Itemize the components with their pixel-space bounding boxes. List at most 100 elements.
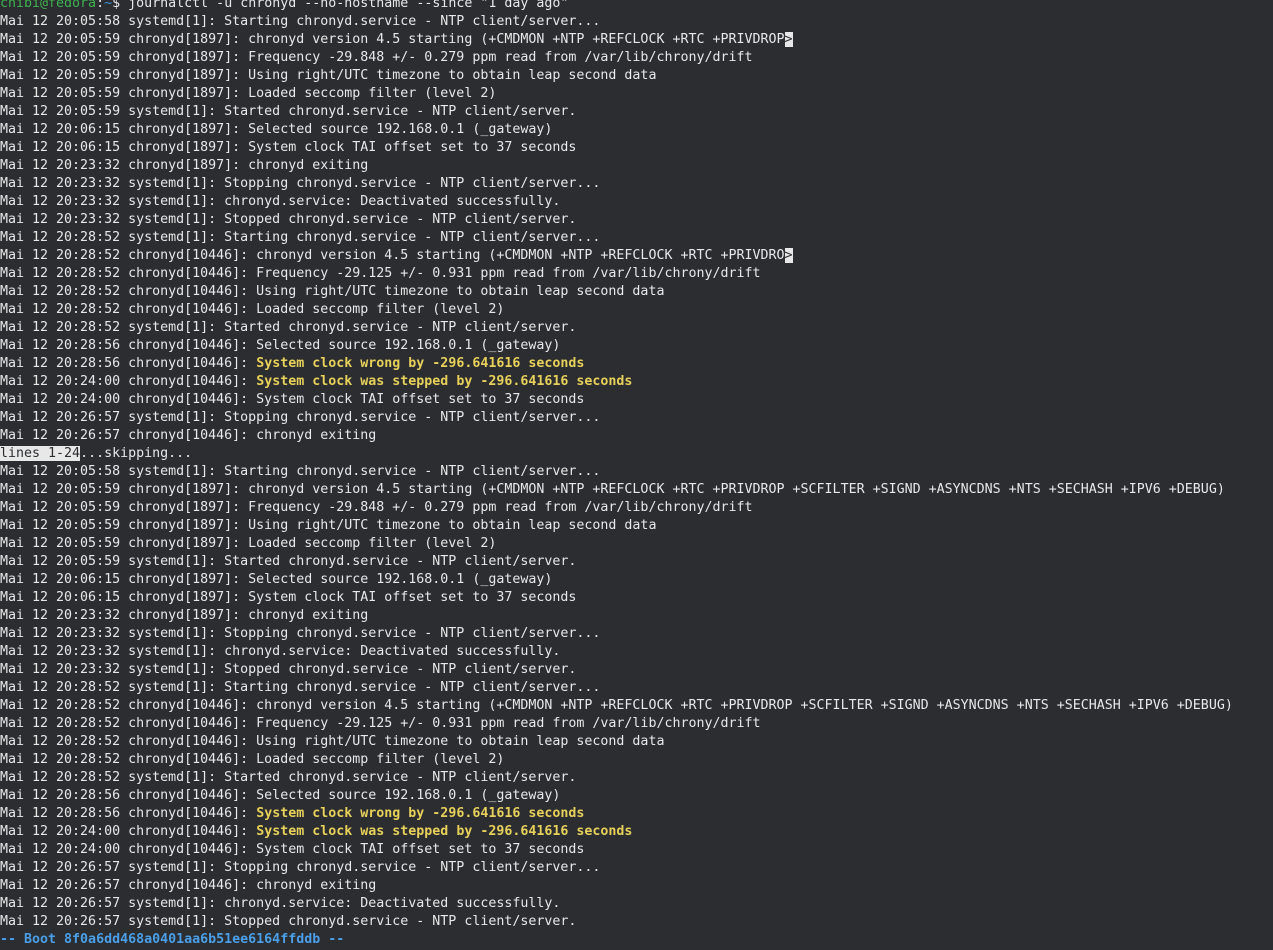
log-line: Mai 12 20:28:56 chronyd[10446]: System c… <box>0 805 1273 823</box>
log-line: Mai 12 20:05:58 systemd[1]: Starting chr… <box>0 463 1273 481</box>
log-line: Mai 12 20:05:59 chronyd[1897]: Loaded se… <box>0 85 1273 103</box>
log-line: Mai 12 20:28:52 chronyd[10446]: Frequenc… <box>0 265 1273 283</box>
log-line-text: Mai 12 20:28:56 chronyd[10446]: Selected… <box>0 788 561 803</box>
log-line-text: Mai 12 20:28:56 chronyd[10446]: Selected… <box>0 338 561 353</box>
log-line-text: Mai 12 20:05:59 chronyd[1897]: Frequency… <box>0 50 753 65</box>
log-line: Mai 12 20:24:00 chronyd[10446]: System c… <box>0 373 1273 391</box>
log-line-text: Mai 12 20:23:32 chronyd[1897]: chronyd e… <box>0 608 369 623</box>
log-line-text: Mai 12 20:23:32 systemd[1]: Stopping chr… <box>0 176 601 191</box>
log-line-text: Mai 12 20:05:59 systemd[1]: Started chro… <box>0 104 577 119</box>
log-line-text: Mai 12 20:26:57 systemd[1]: chronyd.serv… <box>0 896 561 911</box>
log-line: Mai 12 20:05:59 chronyd[1897]: Frequency… <box>0 49 1273 67</box>
log-line-text: Mai 12 20:23:32 systemd[1]: Stopped chro… <box>0 212 577 227</box>
log-line: Mai 12 20:26:57 systemd[1]: Stopping chr… <box>0 409 1273 427</box>
log-line: Mai 12 20:26:57 systemd[1]: Stopped chro… <box>0 913 1273 931</box>
log-line: Mai 12 20:23:32 systemd[1]: chronyd.serv… <box>0 193 1273 211</box>
log-line: Mai 12 20:23:32 systemd[1]: Stopping chr… <box>0 625 1273 643</box>
pager-view: Mai 12 20:05:58 systemd[1]: Starting chr… <box>0 13 1273 445</box>
log-line-text: Mai 12 20:26:57 chronyd[10446]: chronyd … <box>0 878 377 893</box>
log-line-text: Mai 12 20:05:59 chronyd[1897]: Loaded se… <box>0 536 497 551</box>
log-line-text: Mai 12 20:28:52 systemd[1]: Starting chr… <box>0 230 601 245</box>
log-line-text: Mai 12 20:26:57 systemd[1]: Stopping chr… <box>0 410 601 425</box>
log-line-text: Mai 12 20:05:59 chronyd[1897]: chronyd v… <box>0 482 1225 497</box>
log-line: Mai 12 20:23:32 systemd[1]: Stopped chro… <box>0 661 1273 679</box>
log-line-text: Mai 12 20:05:59 chronyd[1897]: chronyd v… <box>0 32 785 47</box>
log-line-text: Mai 12 20:06:15 chronyd[1897]: System cl… <box>0 590 577 605</box>
log-line-text: Mai 12 20:28:52 chronyd[10446]: chronyd … <box>0 698 1233 713</box>
log-line-text: Mai 12 20:23:32 systemd[1]: chronyd.serv… <box>0 644 561 659</box>
log-line-text: Mai 12 20:26:57 systemd[1]: Stopping chr… <box>0 860 601 875</box>
log-line: Mai 12 20:28:52 chronyd[10446]: chronyd … <box>0 247 1273 265</box>
log-line-text: Mai 12 20:28:52 chronyd[10446]: Frequenc… <box>0 716 761 731</box>
log-line-text: Mai 12 20:28:52 chronyd[10446]: chronyd … <box>0 248 785 263</box>
terminal-window[interactable]: chibi@fedora:~$ journalctl -u chronyd --… <box>0 0 1273 947</box>
log-line-text: Mai 12 20:28:52 systemd[1]: Started chro… <box>0 320 577 335</box>
log-line: Mai 12 20:06:15 chronyd[1897]: Selected … <box>0 121 1273 139</box>
prompt-symbol: $ <box>112 0 129 11</box>
log-line-text: Mai 12 20:28:52 chronyd[10446]: Using ri… <box>0 284 665 299</box>
log-line: Mai 12 20:28:52 chronyd[10446]: Loaded s… <box>0 301 1273 319</box>
log-line-text: Mai 12 20:06:15 chronyd[1897]: Selected … <box>0 122 553 137</box>
log-line-text: Mai 12 20:23:32 systemd[1]: chronyd.serv… <box>0 194 561 209</box>
command-text: journalctl -u chronyd --no-hostname --si… <box>128 0 569 11</box>
log-line: Mai 12 20:28:52 chronyd[10446]: Loaded s… <box>0 751 1273 769</box>
log-line-text: Mai 12 20:05:58 systemd[1]: Starting chr… <box>0 14 601 29</box>
log-line: Mai 12 20:05:59 chronyd[1897]: Using rig… <box>0 67 1273 85</box>
log-line: Mai 12 20:26:57 chronyd[10446]: chronyd … <box>0 877 1273 895</box>
boot-marker-line: -- Boot 8f0a6dd468a0401aa6b51ee6164ffddb… <box>0 932 345 947</box>
log-line-text: Mai 12 20:28:52 chronyd[10446]: Frequenc… <box>0 266 761 281</box>
log-line-text: Mai 12 20:05:59 chronyd[1897]: Frequency… <box>0 500 753 515</box>
log-line: Mai 12 20:28:52 systemd[1]: Started chro… <box>0 769 1273 787</box>
log-line-warning: System clock wrong by -296.641616 second… <box>256 806 585 821</box>
log-line-text: Mai 12 20:23:32 chronyd[1897]: chronyd e… <box>0 158 369 173</box>
log-line: Mai 12 20:23:32 systemd[1]: Stopping chr… <box>0 175 1273 193</box>
log-line-text: Mai 12 20:28:52 chronyd[10446]: Loaded s… <box>0 302 505 317</box>
prompt-user-host: chibi@fedora <box>0 0 97 11</box>
pager-status-label: lines 1-24 <box>0 446 81 461</box>
log-line-text: Mai 12 20:05:58 systemd[1]: Starting chr… <box>0 464 601 479</box>
log-line-text: Mai 12 20:05:59 chronyd[1897]: Using rig… <box>0 518 657 533</box>
log-line-text: Mai 12 20:24:00 chronyd[10446]: <box>0 374 257 389</box>
log-line: Mai 12 20:28:52 systemd[1]: Starting chr… <box>0 679 1273 697</box>
log-line: Mai 12 20:05:59 chronyd[1897]: Loaded se… <box>0 535 1273 553</box>
log-line: Mai 12 20:23:32 chronyd[1897]: chronyd e… <box>0 157 1273 175</box>
truncation-marker: > <box>784 248 793 263</box>
log-line: Mai 12 20:05:59 chronyd[1897]: chronyd v… <box>0 481 1273 499</box>
log-line: Mai 12 20:23:32 systemd[1]: Stopped chro… <box>0 211 1273 229</box>
prompt-path: ~ <box>104 0 113 11</box>
log-line: Mai 12 20:28:52 chronyd[10446]: chronyd … <box>0 697 1273 715</box>
prompt-colon: : <box>96 0 105 11</box>
log-line: Mai 12 20:26:57 systemd[1]: chronyd.serv… <box>0 895 1273 913</box>
log-line-text: Mai 12 20:28:52 systemd[1]: Started chro… <box>0 770 577 785</box>
log-line: Mai 12 20:06:15 chronyd[1897]: Selected … <box>0 571 1273 589</box>
log-line: Mai 12 20:28:52 chronyd[10446]: Using ri… <box>0 733 1273 751</box>
log-line: Mai 12 20:24:00 chronyd[10446]: System c… <box>0 841 1273 859</box>
log-line: Mai 12 20:05:58 systemd[1]: Starting chr… <box>0 13 1273 31</box>
log-line: Mai 12 20:05:59 chronyd[1897]: chronyd v… <box>0 31 1273 49</box>
log-line-warning: System clock was stepped by -296.641616 … <box>256 374 633 389</box>
log-line: Mai 12 20:24:00 chronyd[10446]: System c… <box>0 391 1273 409</box>
log-line-text: Mai 12 20:05:59 chronyd[1897]: Loaded se… <box>0 86 497 101</box>
log-line: Mai 12 20:28:52 systemd[1]: Started chro… <box>0 319 1273 337</box>
log-line: Mai 12 20:24:00 chronyd[10446]: System c… <box>0 823 1273 841</box>
log-line-text: Mai 12 20:23:32 systemd[1]: Stopped chro… <box>0 662 577 677</box>
log-line-warning: System clock wrong by -296.641616 second… <box>256 356 585 371</box>
log-line: Mai 12 20:05:59 systemd[1]: Started chro… <box>0 553 1273 571</box>
log-line-text: Mai 12 20:26:57 chronyd[10446]: chronyd … <box>0 428 377 443</box>
log-line-text: Mai 12 20:28:56 chronyd[10446]: <box>0 356 257 371</box>
log-line-text: Mai 12 20:06:15 chronyd[1897]: System cl… <box>0 140 577 155</box>
log-line: Mai 12 20:05:59 chronyd[1897]: Using rig… <box>0 517 1273 535</box>
log-line: Mai 12 20:28:56 chronyd[10446]: Selected… <box>0 787 1273 805</box>
log-line: Mai 12 20:28:56 chronyd[10446]: Selected… <box>0 337 1273 355</box>
log-line: Mai 12 20:28:56 chronyd[10446]: System c… <box>0 355 1273 373</box>
log-line: Mai 12 20:28:52 chronyd[10446]: Using ri… <box>0 283 1273 301</box>
log-line: Mai 12 20:06:15 chronyd[1897]: System cl… <box>0 139 1273 157</box>
log-line-text: Mai 12 20:24:00 chronyd[10446]: System c… <box>0 842 585 857</box>
log-line-warning: System clock was stepped by -296.641616 … <box>256 824 633 839</box>
pager-status-tail: ...skipping... <box>80 446 193 461</box>
log-line: Mai 12 20:23:32 chronyd[1897]: chronyd e… <box>0 607 1273 625</box>
log-line-text: Mai 12 20:26:57 systemd[1]: Stopped chro… <box>0 914 577 929</box>
log-line: Mai 12 20:05:59 chronyd[1897]: Frequency… <box>0 499 1273 517</box>
log-line: Mai 12 20:26:57 systemd[1]: Stopping chr… <box>0 859 1273 877</box>
log-line-text: Mai 12 20:28:56 chronyd[10446]: <box>0 806 257 821</box>
